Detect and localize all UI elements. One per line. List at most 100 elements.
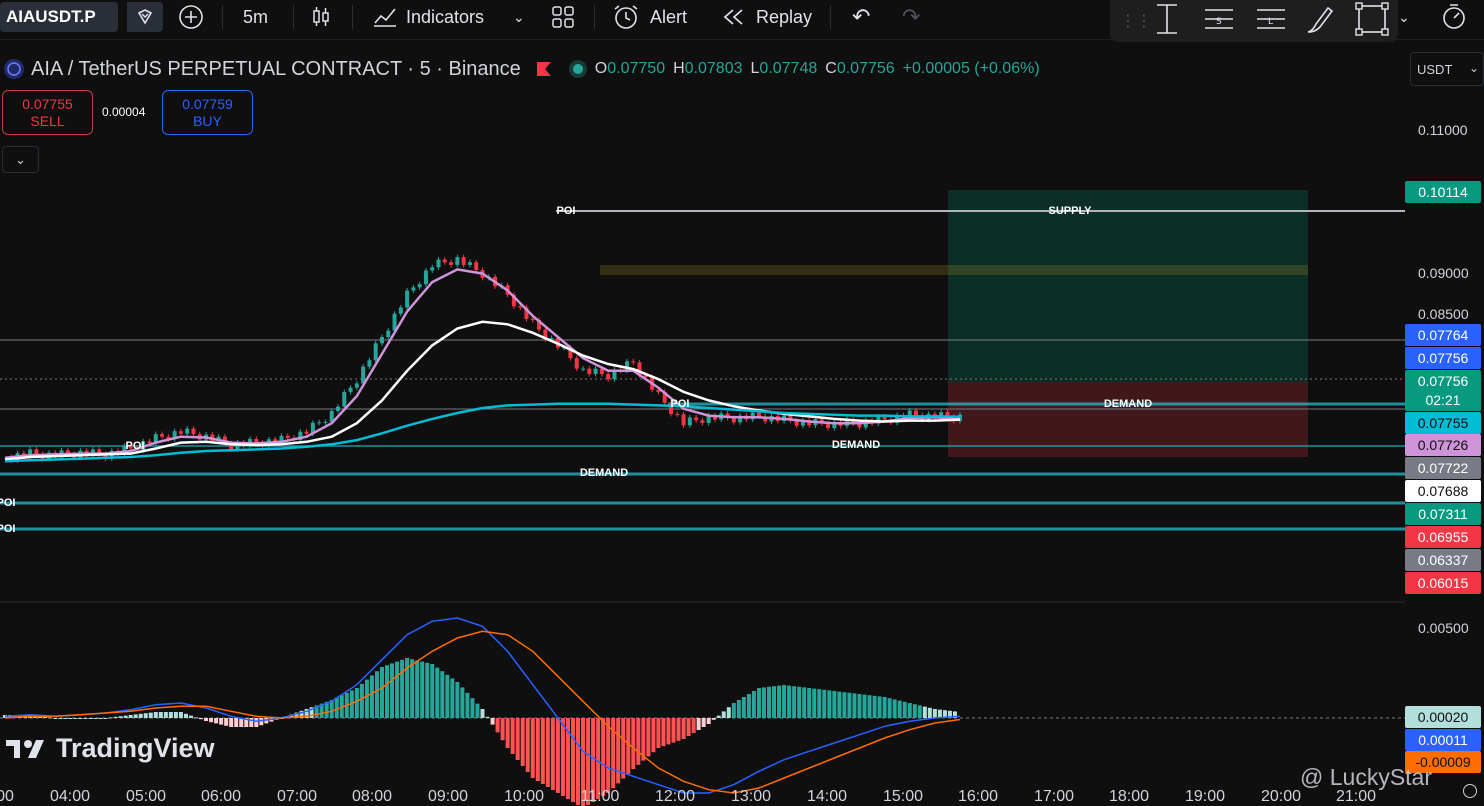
- time-axis-label: 19:00: [1184, 788, 1226, 805]
- time-axis-label: 14:00: [806, 788, 848, 805]
- candle: [430, 267, 435, 271]
- macd-histogram-bar: [204, 718, 209, 721]
- macd-histogram-bar: [847, 692, 852, 718]
- macd-histogram-bar: [922, 706, 927, 718]
- macd-histogram-bar: [767, 686, 771, 718]
- macd-histogram-bar: [450, 678, 455, 718]
- poi-label: POI: [125, 440, 145, 452]
- macd-histogram-bar: [143, 713, 148, 718]
- macd-histogram-bar: [872, 695, 877, 718]
- price-axis-label: 0.08500: [1418, 306, 1469, 322]
- macd-histogram-bar: [862, 694, 867, 718]
- macd-histogram-bar: [229, 718, 234, 727]
- poi-label: POI: [0, 497, 16, 509]
- ema-line: [4, 320, 961, 461]
- candle: [581, 368, 586, 370]
- time-axis-label: 05:00: [125, 788, 167, 805]
- macd-histogram-bar: [354, 688, 359, 718]
- candle: [386, 330, 391, 337]
- macd-histogram-bar: [927, 707, 932, 718]
- macd-histogram-bar: [153, 712, 158, 718]
- macd-line: [4, 617, 961, 794]
- candle: [373, 343, 378, 361]
- macd-histogram-bar: [163, 712, 168, 718]
- price-tag: 02:21: [1405, 389, 1481, 411]
- macd-histogram-bar: [555, 718, 560, 793]
- macd-histogram-bar: [254, 718, 259, 727]
- macd-histogram-bar: [475, 703, 480, 718]
- macd-histogram-bar: [410, 659, 415, 718]
- macd-histogram-bar: [570, 718, 575, 802]
- price-tag: 0.06337: [1405, 549, 1481, 571]
- macd-histogram-bar: [917, 705, 922, 718]
- price-chart[interactable]: [0, 0, 1484, 806]
- profit-zone[interactable]: [948, 190, 1308, 382]
- time-axis-label: 09:00: [427, 788, 469, 805]
- macd-histogram-bar: [686, 718, 691, 736]
- ema-line: [4, 402, 961, 463]
- macd-histogram-bar: [199, 718, 204, 720]
- macd-histogram-bar: [379, 667, 384, 718]
- macd-histogram-bar: [912, 704, 917, 718]
- macd-histogram-bar: [329, 700, 334, 718]
- macd-histogram-bar: [63, 718, 68, 719]
- macd-histogram-bar: [123, 715, 128, 718]
- macd-histogram-bar: [440, 671, 445, 718]
- time-axis-label: 04:00: [49, 788, 91, 805]
- macd-histogram-bar: [902, 701, 907, 718]
- macd-histogram-bar: [108, 717, 113, 719]
- macd-histogram-bar: [631, 718, 636, 769]
- candle: [549, 338, 554, 340]
- candle: [606, 373, 611, 380]
- candle: [731, 417, 736, 423]
- macd-histogram-bar: [183, 713, 188, 718]
- candle: [681, 414, 686, 426]
- macd-histogram-bar: [802, 687, 807, 718]
- time-axis-label: 18:00: [1108, 788, 1150, 805]
- macd-histogram-bar: [138, 713, 143, 718]
- candle: [335, 406, 340, 411]
- macd-histogram-bar: [661, 718, 666, 747]
- candle: [826, 423, 831, 429]
- macd-histogram-bar: [792, 686, 797, 718]
- time-axis-label: 07:00: [276, 788, 318, 805]
- candle: [700, 420, 705, 423]
- macd-histogram-bar: [259, 718, 264, 726]
- time-axis-label: 16:00: [957, 788, 999, 805]
- macd-histogram-bar: [224, 718, 229, 726]
- macd-histogram-bar: [133, 714, 138, 718]
- settings-gear-icon[interactable]: [1463, 784, 1477, 798]
- price-tag: 0.06955: [1405, 526, 1481, 548]
- price-tag: 0.07756: [1405, 347, 1481, 369]
- price-tag: 0.07726: [1405, 434, 1481, 456]
- candle: [518, 306, 523, 308]
- macd-histogram-bar: [385, 665, 389, 718]
- macd-histogram-bar: [716, 715, 721, 718]
- candle: [694, 417, 699, 421]
- macd-histogram-bar: [58, 718, 63, 719]
- ema-line: [4, 268, 961, 460]
- macd-histogram-bar: [128, 715, 133, 718]
- macd-histogram-bar: [736, 700, 741, 718]
- macd-histogram-bar: [435, 667, 440, 718]
- macd-histogram-bar: [636, 718, 641, 765]
- candle: [342, 391, 347, 407]
- macd-histogram-bar: [681, 718, 686, 739]
- macd-histogram-bar: [209, 718, 214, 723]
- macd-histogram-bar: [656, 718, 661, 748]
- macd-histogram-bar: [671, 718, 676, 743]
- macd-histogram-bar: [113, 716, 118, 718]
- macd-histogram-bar: [505, 718, 510, 748]
- tradingview-logo[interactable]: TradingView: [6, 733, 215, 764]
- macd-histogram-bar: [173, 712, 178, 718]
- time-axis-label: 12:00: [654, 788, 696, 805]
- macd-histogram-bar: [485, 716, 490, 718]
- demand-label: DEMAND: [579, 467, 629, 479]
- macd-histogram-bar: [756, 688, 761, 718]
- candle: [461, 257, 466, 265]
- price-axis-label: 0.11000: [1418, 122, 1468, 138]
- macd-histogram-bar: [495, 718, 500, 733]
- macd-histogram-bar: [646, 718, 651, 757]
- poi-label: POI: [670, 398, 690, 410]
- macd-histogram-bar: [535, 718, 540, 781]
